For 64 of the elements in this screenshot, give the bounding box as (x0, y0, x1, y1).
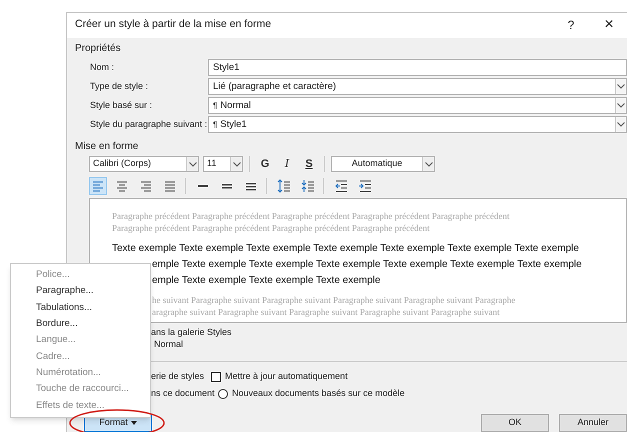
option-label: Mettre à jour automatiquement (225, 370, 348, 384)
chevron-down-icon (617, 84, 625, 90)
option-label: Nouveaux documents basés sur ce modèle (232, 387, 405, 400)
line-spacing-icon (277, 179, 291, 194)
preview-text: Texte exemple Texte exemple Texte exemple Texte exemple Texte exemple Texte exemple Texte exemple (112, 243, 579, 254)
pilcrow-mark: ¶ (213, 118, 218, 131)
italic-button[interactable]: I (278, 156, 296, 172)
chevron-down-icon (617, 103, 625, 108)
color-value: Automatique (350, 157, 404, 170)
menu-item[interactable]: Bordure... (11, 316, 150, 332)
preview-text: Paragraphe précédent Paragraphe précédent Paragraphe précédent Paragraphe précédent Paragraphe précédent (112, 211, 510, 222)
align-left-icon (91, 179, 105, 194)
style-dropdown[interactable]: ¶ Style1 (208, 116, 627, 134)
size-value: 11 (207, 157, 218, 170)
style-description: Normal (154, 338, 184, 348)
cancel-button[interactable]: Annuler (559, 414, 627, 432)
preview-text: aragraphe suivant Paragraphe suivant Paragraphe suivant Paragraphe suivant Paragraphe suivant (152, 307, 500, 318)
decrease-indent-icon (334, 179, 348, 194)
toolbar-button[interactable] (89, 177, 107, 196)
chevron-down-icon (424, 162, 432, 167)
window-title: Créer un style à partir de la mise en forme (75, 17, 272, 32)
menu-item[interactable]: Paragraphe... (11, 283, 150, 300)
ok-button[interactable]: OK (481, 414, 549, 432)
size-dropdown[interactable]: 11 (203, 156, 243, 172)
underline-button[interactable]: S (300, 156, 318, 172)
align-right-icon (139, 179, 153, 194)
close-button[interactable]: × (601, 17, 617, 34)
preview-text: Paragraphe précédent Paragraphe précédent Paragraphe précédent Paragraphe précédent (112, 223, 430, 234)
field-label: Nom : (90, 60, 116, 74)
checkbox[interactable] (211, 372, 221, 382)
chevron-down-icon (232, 162, 240, 167)
color-dropdown[interactable]: Automatique (331, 156, 435, 172)
paragraph-spacing-icon (301, 179, 315, 194)
style-dropdown[interactable]: ¶ Normal (208, 97, 627, 114)
section-label: Mise en forme (75, 140, 138, 152)
name-field[interactable]: Style1 (208, 59, 627, 76)
dropdown-value: Style1 (220, 118, 248, 132)
bold-button[interactable]: G (256, 156, 274, 172)
help-button[interactable]: ? (561, 16, 581, 34)
font-value: Calibri (Corps) (93, 157, 152, 170)
toolbar-button[interactable] (275, 177, 293, 196)
increase-indent-icon (358, 179, 372, 194)
field-label: Style basé sur : (90, 98, 154, 112)
chevron-down-icon (617, 122, 625, 128)
radio-button[interactable] (218, 389, 228, 399)
chevron-down-icon (188, 162, 196, 167)
align-center-icon (115, 179, 129, 194)
field-label: Type de style : (90, 80, 150, 93)
field-label: Style du paragraphe suivant : (90, 118, 208, 131)
preview-text: emple Texte exemple Texte exemple Texte exemple Texte exemple Texte exemple Texte exemple (152, 259, 582, 270)
justify-icon (163, 179, 177, 194)
single-spacing-icon (198, 185, 208, 188)
caret-icon (130, 421, 137, 425)
menu-item[interactable]: Tabulations... (11, 300, 150, 316)
preview-text: emple Texte exemple Texte exemple Texte exemple (152, 275, 380, 286)
pilcrow-mark: ¶ (213, 100, 218, 112)
section-label: Propriétés (75, 42, 121, 54)
dropdown-value: Lié (paragraphe et caractère) (213, 80, 338, 94)
preview-text: he suivant Paragraphe suivant Paragraphe suivant Paragraphe suivant Paragraphe suivant Paragraphe (152, 295, 516, 306)
style-description: ans la galerie Styles (151, 326, 232, 336)
font-dropdown[interactable]: Calibri (Corps) (89, 156, 199, 172)
style-dropdown[interactable]: Lié (paragraphe et caractère) (208, 78, 627, 96)
option-label: erie de styles (151, 370, 206, 384)
dropdown-value: Normal (220, 98, 252, 113)
